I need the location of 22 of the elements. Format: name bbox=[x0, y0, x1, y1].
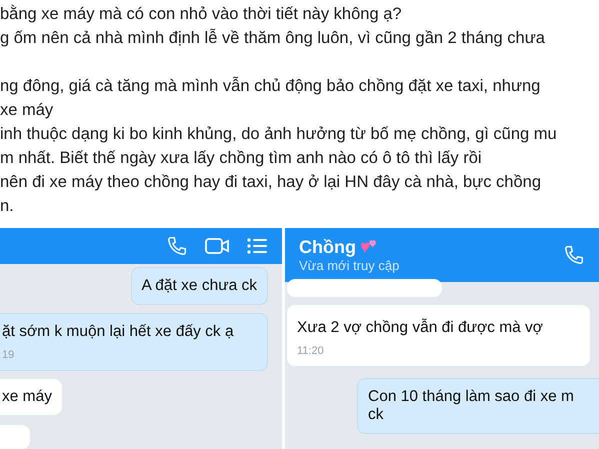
phone-icon[interactable] bbox=[563, 244, 585, 266]
message-time: 11:20 bbox=[297, 345, 325, 357]
post-text: bằng xe máy mà có con nhỏ vào thời tiết này không ạ? bbox=[0, 4, 403, 25]
post-text: n. bbox=[0, 196, 15, 217]
phone-icon[interactable] bbox=[166, 235, 188, 257]
message-text: Xưa 2 vợ chồng vẫn đi được mà vợ bbox=[297, 319, 544, 337]
message-text: Con 10 tháng làm sao đi xe m ck bbox=[368, 388, 575, 424]
message-time: 19 bbox=[2, 349, 16, 361]
post-text: nên đi xe máy theo chồng hay đi taxi, hay ở lại HN đây cà nhà, bực chồng bbox=[0, 172, 542, 193]
video-call-icon[interactable] bbox=[204, 235, 230, 257]
message-text: ặt sớm k muộn lại hết xe đấy ck ạ bbox=[2, 323, 235, 341]
post-text: ng đông, giá cà tăng mà mình vẫn chủ động bảo chồng đặt xe taxi, nhưng bbox=[0, 76, 542, 97]
status-text: Vừa mới truy cập bbox=[299, 258, 400, 273]
menu-icon[interactable] bbox=[246, 236, 268, 256]
post-text: g ốm nên cả nhà mình định lễ về thăm ông luôn, vì cũng gần 2 tháng chưa bbox=[0, 28, 546, 49]
message-text: A đặt xe chưa ck bbox=[142, 277, 257, 295]
message-text: xe máy bbox=[2, 388, 52, 406]
contact-name: Chồng bbox=[299, 237, 356, 258]
post-text: inh thuộc dạng ki bo kinh khủng, do ảnh hưởng từ bố mẹ chồng, gì cũng mu bbox=[0, 124, 558, 145]
post-text: xe máy bbox=[0, 100, 54, 121]
received-message bbox=[0, 425, 30, 449]
post-text: m nhất. Biết thế ngày xưa lấy chồng tìm anh nào có ô tô thì lấy rồi bbox=[0, 148, 483, 169]
